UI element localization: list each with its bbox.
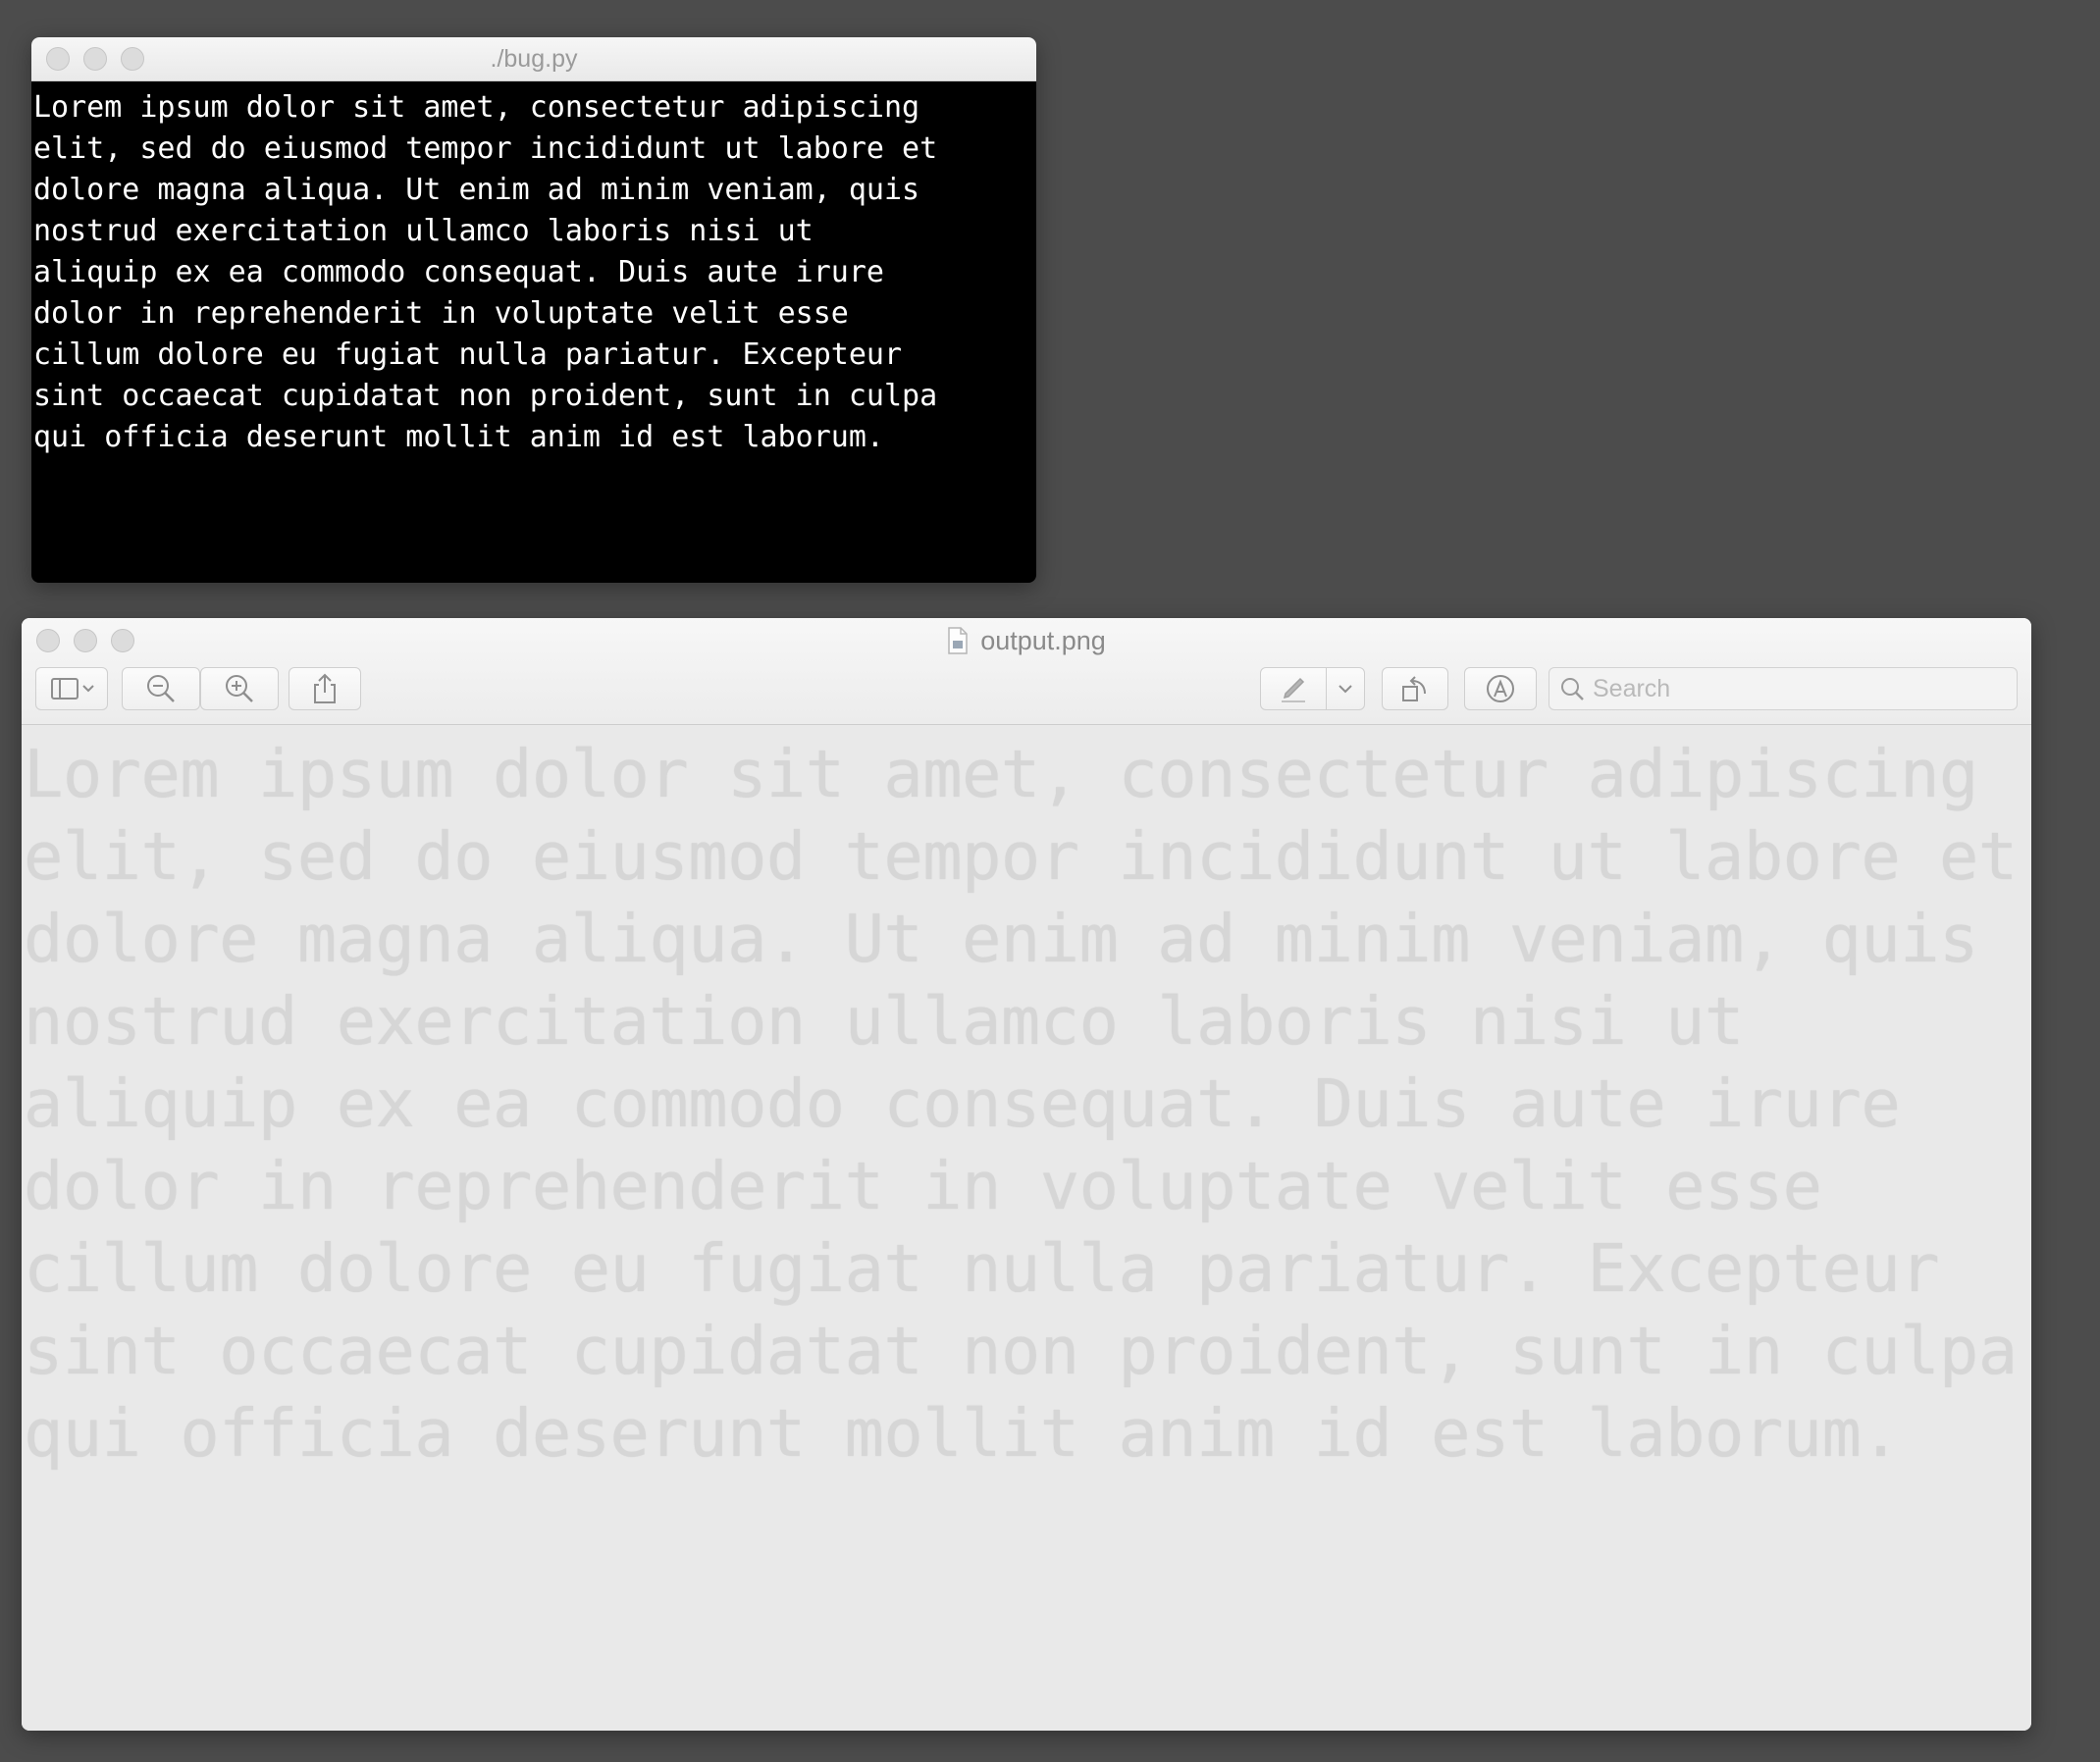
sidebar-icon <box>51 678 94 700</box>
preview-header: output.png <box>22 618 2031 725</box>
pen-icon <box>1282 677 1305 702</box>
search-field[interactable] <box>1549 667 2018 710</box>
preview-titlebar[interactable]: output.png <box>22 618 2031 663</box>
rotate-button[interactable] <box>1382 667 1448 710</box>
zoom-in-button[interactable] <box>200 667 279 710</box>
preview-window: output.png Search Lorem ipsum dolor sit … <box>22 618 2031 1731</box>
image-canvas[interactable]: Lorem ipsum dolor sit amet, consectetur … <box>22 725 2031 1731</box>
rotate-icon <box>1402 676 1426 701</box>
search-icon <box>1561 678 1584 700</box>
markup-dropdown-button[interactable] <box>1326 667 1365 710</box>
preview-title-wrap: output.png <box>22 618 2031 663</box>
zoom-out-button[interactable] <box>122 667 200 710</box>
share-button[interactable] <box>289 667 361 710</box>
annotate-button[interactable] <box>1464 667 1537 710</box>
terminal-title: ./bug.py <box>490 44 578 73</box>
terminal-titlebar[interactable]: ./bug.py <box>31 37 1036 81</box>
rendered-image-text: Lorem ipsum dolor sit amet, consectetur … <box>24 736 2018 1472</box>
terminal-output[interactable]: Lorem ipsum dolor sit amet, consectetur … <box>31 81 1036 458</box>
terminal-window: ./bug.py Lorem ipsum dolor sit amet, con… <box>31 37 1036 583</box>
markup-pen-button[interactable] <box>1260 667 1327 710</box>
share-icon <box>314 673 336 703</box>
preview-title: output.png <box>980 625 1106 655</box>
preview-toolbar <box>22 665 2031 714</box>
annotate-icon <box>1487 675 1514 702</box>
search-input[interactable] <box>1593 674 2005 703</box>
zoom-out-icon <box>147 675 175 702</box>
document-icon <box>948 627 968 654</box>
zoom-in-icon <box>226 675 253 702</box>
sidebar-toggle-button[interactable] <box>35 667 108 710</box>
chevron-down-icon <box>1339 685 1352 694</box>
